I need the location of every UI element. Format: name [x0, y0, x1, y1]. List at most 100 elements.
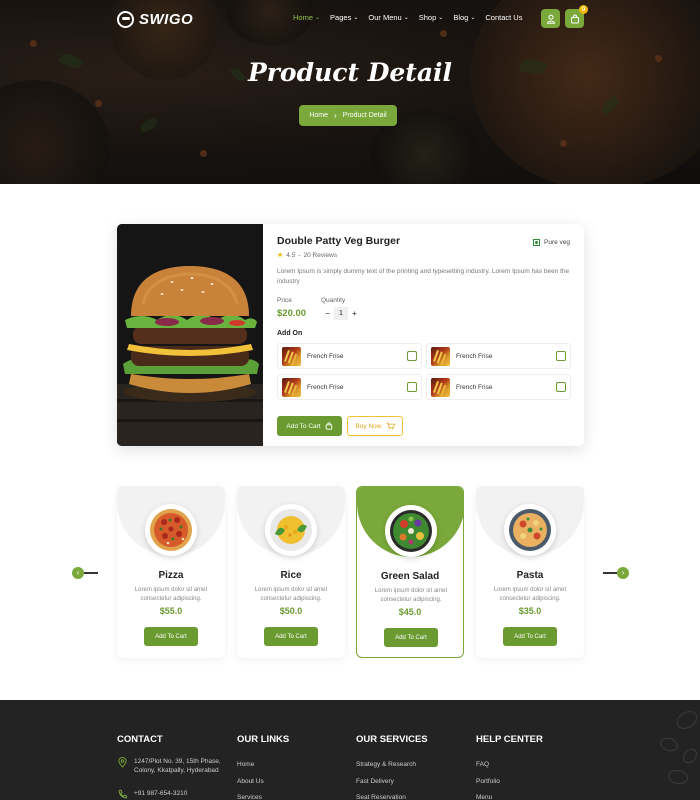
user-icon	[546, 14, 555, 24]
addon-item[interactable]: French Frise	[277, 374, 422, 400]
footer-link[interactable]: Home	[237, 757, 289, 774]
arrow-right-icon: ›	[617, 566, 629, 579]
dish-card-rice: Rice Lorem ipsum dolor sit amet consecte…	[237, 486, 345, 658]
add-to-cart-button[interactable]: Add To Cart	[264, 627, 318, 646]
quantity-value[interactable]: 1	[334, 307, 348, 320]
quantity-stepper: − 1 +	[321, 307, 361, 320]
dish-image	[265, 504, 317, 556]
addon-item[interactable]: French Frise	[426, 343, 571, 369]
dish-card-pasta: Pasta Lorem ipsum dolor sit amet consect…	[476, 486, 584, 658]
contact-phone: +91 987-654-3210	[117, 789, 227, 800]
addon-name: French Frise	[307, 383, 344, 391]
footer-help: HELP CENTER FAQ Portfolio Menu	[476, 734, 543, 800]
nav-shop[interactable]: Shop ⌄	[419, 13, 444, 22]
nav-label: Contact Us	[485, 13, 523, 22]
footer-link[interactable]: Strategy & Research	[356, 757, 428, 774]
nav-label: Pages	[330, 13, 352, 22]
carousel-prev-button[interactable]: ‹	[72, 566, 98, 579]
nav-pages[interactable]: Pages ⌄	[330, 13, 358, 22]
nav-blog[interactable]: Blog ⌄	[453, 13, 475, 22]
buy-now-label: Buy Now	[355, 422, 382, 430]
addon-checkbox[interactable]	[407, 382, 417, 392]
dish-image	[385, 505, 437, 557]
addon-checkbox[interactable]	[556, 382, 566, 392]
product-image	[117, 224, 263, 446]
dish-name: Pasta	[516, 570, 544, 581]
bag-icon	[325, 422, 332, 430]
add-to-cart-button[interactable]: Add To Cart	[384, 628, 438, 647]
decrease-button[interactable]: −	[321, 309, 334, 318]
addon-checkbox[interactable]	[556, 351, 566, 361]
cart-button[interactable]: 0	[565, 5, 588, 28]
brand-name: SWIGO	[139, 10, 194, 28]
breadcrumb-home[interactable]: Home	[309, 112, 328, 119]
dish-price: $55.0	[159, 606, 183, 616]
price-label: Price	[277, 297, 292, 304]
account-button[interactable]	[541, 9, 560, 28]
footer-link[interactable]: Portfolio	[476, 774, 543, 791]
dish-description: Lorem ipsum dolor sit amet consectetur a…	[134, 587, 208, 602]
increase-button[interactable]: +	[348, 309, 361, 318]
footer-link[interactable]: FAQ	[476, 757, 543, 774]
chevron-down-icon: ⌄	[403, 15, 409, 21]
main-nav: Home ⌄ Pages ⌄ Our Menu ⌄ Shop ⌄ Blog ⌄ Conta…	[293, 13, 522, 22]
addon-item[interactable]: French Frise	[277, 343, 422, 369]
addon-heading: Add On	[277, 330, 303, 337]
dish-description: Lorem ipsum dolor sit amet consectetur a…	[374, 588, 448, 603]
add-to-cart-button[interactable]: Add To Cart	[144, 627, 198, 646]
phone-text[interactable]: +91 987-654-3210	[134, 789, 187, 800]
footer-links: OUR LINKS Home About Us Services	[237, 734, 289, 800]
nav-label: Our Menu	[368, 13, 402, 22]
dish-name: Pizza	[158, 570, 184, 581]
veg-icon	[533, 239, 540, 246]
address-text: 1247/Plot No. 39, 15th Phase, Colony, Kk…	[134, 758, 221, 774]
dish-card-green-salad: Green Salad Lorem ipsum dolor sit amet c…	[356, 486, 464, 658]
brand-logo[interactable]: SWIGO	[117, 9, 193, 29]
footer-link[interactable]: Menu	[476, 790, 543, 800]
add-to-cart-button[interactable]: Add To Cart	[277, 416, 342, 436]
dish-price: $35.0	[518, 606, 542, 616]
footer-link[interactable]: Seat Reservation	[356, 790, 428, 800]
rating-value: 4.5	[286, 251, 296, 259]
breadcrumb-separator-icon: ›	[334, 111, 337, 120]
dish-name: Rice	[280, 570, 302, 581]
add-to-cart-button[interactable]: Add To Cart	[503, 627, 557, 646]
dish-card-pizza: Pizza Lorem ipsum dolor sit amet consect…	[117, 486, 225, 658]
breadcrumb: Home › Product Detail	[299, 105, 397, 126]
nav-our-menu[interactable]: Our Menu ⌄	[368, 13, 408, 22]
nav-home[interactable]: Home ⌄	[293, 13, 320, 22]
veg-indicator: Pure veg	[533, 239, 570, 246]
footer-heading: OUR SERVICES	[356, 734, 428, 745]
dish-image	[145, 504, 197, 556]
footer-heading: OUR LINKS	[237, 734, 290, 745]
chevron-down-icon: ⌄	[353, 15, 359, 21]
phone-icon	[118, 789, 128, 799]
product-detail-card: Double Patty Veg Burger Pure veg ★ 4.5 -…	[117, 224, 584, 446]
nav-contact-us[interactable]: Contact Us	[485, 13, 522, 22]
cart-count-badge: 0	[579, 5, 588, 14]
footer-heading: HELP CENTER	[476, 734, 543, 745]
nav-label: Shop	[418, 13, 437, 22]
fries-thumbnail	[431, 377, 450, 397]
addon-item[interactable]: French Frise	[426, 374, 571, 400]
addon-name: French Frise	[456, 383, 493, 391]
addon-checkbox[interactable]	[407, 351, 417, 361]
footer-link[interactable]: Fast Delivery	[356, 774, 428, 791]
dish-description: Lorem ipsum dolor sit amet consectetur a…	[493, 587, 567, 602]
dish-image	[504, 504, 556, 556]
contact-address: 1247/Plot No. 39, 15th Phase, Colony, Kk…	[117, 757, 227, 775]
carousel-next-button[interactable]: ›	[603, 566, 629, 579]
buy-now-button[interactable]: Buy Now	[347, 416, 403, 436]
dish-description: Lorem ipsum dolor sit amet consectetur a…	[254, 587, 328, 602]
fries-thumbnail	[282, 346, 301, 366]
review-count[interactable]: 20 Reviews	[304, 252, 338, 259]
footer-contact: CONTACT 1247/Plot No. 39, 15th Phase, Co…	[117, 734, 227, 800]
addon-name: French Frise	[456, 352, 493, 360]
footer-link[interactable]: About Us	[237, 774, 289, 791]
arrow-left-icon: ‹	[72, 566, 84, 579]
nav-label: Home	[293, 13, 314, 22]
page-title: Product Detail	[247, 58, 453, 87]
fries-thumbnail	[282, 377, 301, 397]
veg-label: Pure veg	[544, 239, 571, 246]
footer-link[interactable]: Services	[237, 790, 289, 800]
